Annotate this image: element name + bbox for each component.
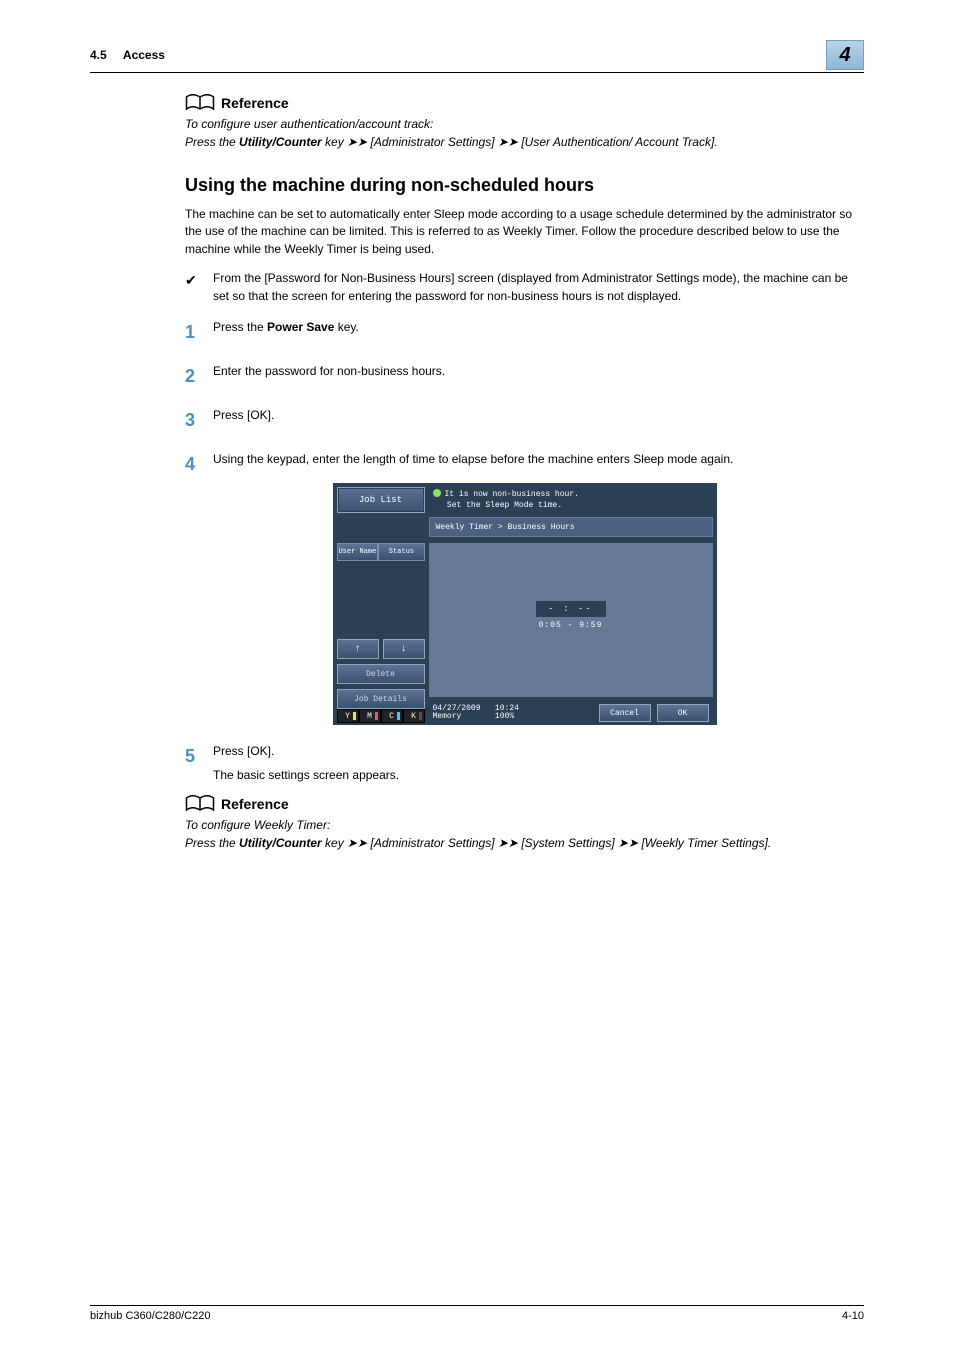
step-number: 1 (185, 319, 213, 345)
scroll-up-button[interactable]: ↑ (337, 639, 379, 659)
job-details-button[interactable]: Job Details (337, 689, 425, 709)
model-label: bizhub C360/C280/C220 (90, 1310, 210, 1322)
step-1: 1 Press the Power Save key. (185, 319, 864, 345)
time-range-label: 0:05 - 9:59 (536, 621, 606, 630)
tab-status[interactable]: Status (378, 543, 424, 561)
reference-icon (185, 93, 215, 113)
cancel-button[interactable]: Cancel (599, 704, 651, 722)
step-3: 3 Press [OK]. (185, 407, 864, 433)
reference-line: Press the Utility/Counter key ➤➤ [Admini… (185, 836, 864, 850)
reference-line: To configure user authentication/account… (185, 117, 864, 131)
section-number: 4.5 (90, 48, 107, 62)
step-subtext: The basic settings screen appears. (213, 767, 399, 784)
time-input[interactable]: - : -- (536, 601, 606, 617)
note-item: ✔ From the [Password for Non-Business Ho… (185, 270, 864, 305)
status-message: It is now non-business hour. Set the Sle… (429, 487, 713, 515)
step-number: 2 (185, 363, 213, 389)
step-text: Press [OK]. (213, 407, 274, 433)
device-screenshot: Job List User Name Status ↑ ↓ Delete Job… (333, 483, 717, 725)
note-text: From the [Password for Non-Business Hour… (213, 270, 864, 305)
step-4: 4 Using the keypad, enter the length of … (185, 451, 864, 477)
paragraph: The machine can be set to automatically … (185, 206, 864, 258)
datetime-memory: 04/27/2009 10:24 Memory 100% (429, 705, 519, 723)
step-text: Enter the password for non-business hour… (213, 363, 445, 389)
toner-m-icon: M (359, 709, 381, 723)
checkmark-icon: ✔ (185, 270, 213, 305)
ok-button[interactable]: OK (657, 704, 709, 722)
job-list-button[interactable]: Job List (337, 487, 425, 513)
reference-block-1: Reference To configure user authenticati… (185, 93, 864, 149)
step-2: 2 Enter the password for non-business ho… (185, 363, 864, 389)
toner-c-icon: C (381, 709, 403, 723)
page-header: 4.5 Access 4 (90, 40, 864, 73)
page-number: 4-10 (842, 1310, 864, 1322)
reference-heading: Reference (221, 796, 289, 812)
step-number: 3 (185, 407, 213, 433)
reference-block-2: Reference To configure Weekly Timer: Pre… (185, 794, 864, 850)
toner-levels: Y M C K (337, 709, 425, 723)
step-number: 5 (185, 743, 213, 784)
step-number: 4 (185, 451, 213, 477)
page-footer: bizhub C360/C280/C220 4-10 (90, 1305, 864, 1322)
section-label: 4.5 Access (90, 48, 165, 62)
chapter-badge: 4 (826, 40, 864, 70)
reference-line: To configure Weekly Timer: (185, 818, 864, 832)
scroll-down-button[interactable]: ↓ (383, 639, 425, 659)
section-title: Access (123, 48, 165, 62)
toner-y-icon: Y (337, 709, 359, 723)
reference-icon (185, 794, 215, 814)
delete-button[interactable]: Delete (337, 664, 425, 684)
breadcrumb: Weekly Timer > Business Hours (429, 517, 713, 537)
reference-heading: Reference (221, 95, 289, 111)
reference-line: Press the Utility/Counter key ➤➤ [Admini… (185, 135, 864, 149)
hint-icon (433, 489, 441, 497)
main-panel: - : -- 0:05 - 9:59 (429, 543, 713, 697)
step-text: Press [OK]. (213, 743, 399, 760)
step-text: Using the keypad, enter the length of ti… (213, 451, 733, 477)
step-5: 5 Press [OK]. The basic settings screen … (185, 743, 864, 784)
subsection-heading: Using the machine during non-scheduled h… (185, 175, 864, 196)
tab-username[interactable]: User Name (337, 543, 379, 561)
toner-k-icon: K (403, 709, 425, 723)
